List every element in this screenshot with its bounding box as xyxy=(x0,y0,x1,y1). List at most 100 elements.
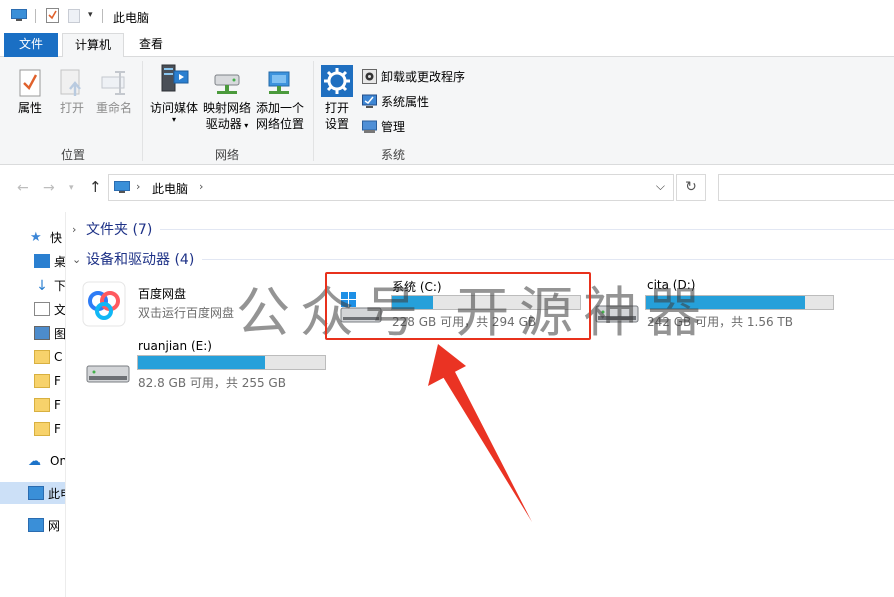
section-header-devices[interactable]: ⌄ 设备和驱动器 (4) xyxy=(72,249,894,269)
breadcrumb-chevron-icon[interactable]: › xyxy=(199,180,203,193)
settings-gear-icon xyxy=(321,65,353,97)
folder-icon xyxy=(34,398,50,412)
nav-item-documents[interactable]: 文 xyxy=(0,298,66,320)
new-folder-quick-icon[interactable] xyxy=(68,9,80,23)
tab-file[interactable]: 文件 xyxy=(4,33,58,57)
network-drive-icon xyxy=(214,74,240,94)
customize-toolbar-dropdown-icon[interactable]: ▾ xyxy=(88,10,93,20)
system-properties-button[interactable]: 系统属性 xyxy=(362,93,429,110)
section-header-folders[interactable]: › 文件夹 (7) xyxy=(72,219,894,239)
nav-item-desktop[interactable]: 桌 xyxy=(0,250,65,272)
address-bar[interactable]: › 此电脑 › ⌵ xyxy=(108,174,674,201)
system-properties-icon xyxy=(362,94,377,108)
open-label: 打开 xyxy=(59,101,84,115)
properties-label: 属性 xyxy=(17,101,42,115)
folder-icon xyxy=(34,350,50,364)
chevron-down-icon: ⌄ xyxy=(72,252,82,266)
open-button[interactable]: 打开 xyxy=(56,69,88,116)
title-bar: ▾ 此电脑 xyxy=(0,0,894,32)
section-divider xyxy=(202,258,894,260)
breadcrumb-this-pc[interactable]: 此电脑 xyxy=(152,180,188,197)
properties-icon xyxy=(19,69,41,97)
open-icon xyxy=(60,69,81,96)
ribbon: 属性 打开 重命名 位置 访问媒体 ▾ 映射网络 驱动器 ▾ 添加一个 网络位置… xyxy=(0,57,894,165)
manage-button[interactable]: 管理 xyxy=(362,118,405,135)
highlight-box xyxy=(325,272,591,340)
add-network-location-button[interactable]: 添加一个 网络位置 xyxy=(253,69,307,132)
refresh-icon: ↻ xyxy=(685,179,697,195)
desktop-icon xyxy=(34,254,50,268)
properties-button[interactable]: 属性 xyxy=(12,69,48,116)
nav-item-label: C xyxy=(54,350,63,364)
picture-icon xyxy=(34,326,50,340)
nav-item-quick-access[interactable]: ★ 快 xyxy=(0,226,65,248)
title-separator xyxy=(102,9,103,23)
nav-item-label: F xyxy=(54,374,61,388)
rename-label: 重命名 xyxy=(95,101,132,115)
quick-access-separator xyxy=(35,9,36,23)
nav-item-pictures[interactable]: 图 xyxy=(0,322,65,344)
properties-quick-icon[interactable] xyxy=(46,8,59,23)
breadcrumb-chevron-icon[interactable]: › xyxy=(136,180,140,193)
access-media-label: 访问媒体 xyxy=(149,101,198,115)
nav-item-downloads[interactable]: ↓ 下 xyxy=(0,274,66,296)
window-title: 此电脑 xyxy=(113,11,150,25)
uninstall-icon xyxy=(362,69,377,84)
section-divider xyxy=(160,228,894,230)
manage-label: 管理 xyxy=(381,120,406,134)
nav-item-label: 文 xyxy=(54,302,66,317)
tab-computer[interactable]: 计算机 xyxy=(62,33,124,58)
section-title-folders: 文件夹 (7) xyxy=(86,222,153,238)
this-pc-icon xyxy=(11,9,27,21)
address-history-dropdown-icon[interactable]: ⌵ xyxy=(656,179,665,194)
search-input[interactable] xyxy=(718,174,894,201)
navigation-pane: ★快 桌 ↓下 文 图 C F F F ☁On 此电 网 xyxy=(0,212,66,597)
chevron-right-icon: › xyxy=(72,222,77,236)
open-settings-label-2: 设置 xyxy=(324,117,349,131)
ribbon-tabs: 文件 计算机 查看 xyxy=(0,33,894,58)
device-subtitle: 双击运行百度网盘 xyxy=(138,306,235,320)
drive-usage-fill xyxy=(138,356,266,369)
back-arrow-icon[interactable]: ← xyxy=(17,180,29,196)
rename-button[interactable]: 重命名 xyxy=(94,69,134,116)
nav-item-network[interactable]: 网 xyxy=(0,514,65,536)
device-name: 百度网盘 xyxy=(138,287,187,301)
drive-usage-bar xyxy=(137,355,326,370)
map-drive-dropdown-icon: ▾ xyxy=(241,121,249,130)
nav-item-label: 下 xyxy=(54,278,66,293)
device-name: ruanjian (E:) xyxy=(138,339,212,353)
nav-item-folder[interactable]: C xyxy=(0,346,65,368)
access-media-button[interactable]: 访问媒体 ▾ xyxy=(147,63,201,124)
group-label-location: 位置 xyxy=(61,148,86,162)
nav-item-folder[interactable]: F xyxy=(0,370,65,392)
group-label-system: 系统 xyxy=(381,148,406,162)
group-label-network: 网络 xyxy=(215,148,240,162)
nav-item-label: On xyxy=(50,454,66,468)
document-icon xyxy=(34,302,50,316)
hard-drive-icon xyxy=(86,365,130,383)
section-title-devices: 设备和驱动器 (4) xyxy=(86,252,195,268)
nav-item-onedrive[interactable]: ☁ On xyxy=(0,450,66,472)
download-arrow-icon: ↓ xyxy=(36,278,48,294)
nav-item-this-pc[interactable]: 此电 xyxy=(0,482,65,504)
uninstall-program-button[interactable]: 卸载或更改程序 xyxy=(362,68,465,85)
recent-locations-dropdown-icon[interactable]: ▾ xyxy=(69,183,74,193)
device-subtitle: 82.8 GB 可用，共 255 GB xyxy=(138,376,286,390)
nav-item-folder[interactable]: F xyxy=(0,418,65,440)
forward-arrow-icon[interactable]: → xyxy=(43,180,55,196)
nav-item-label: F xyxy=(54,422,61,436)
open-settings-button[interactable]: 打开 设置 xyxy=(320,65,354,132)
nav-item-label: F xyxy=(54,398,61,412)
media-server-icon xyxy=(161,64,189,92)
tab-view[interactable]: 查看 xyxy=(132,33,170,57)
cloud-icon: ☁ xyxy=(28,454,41,469)
rename-icon xyxy=(101,71,125,95)
ribbon-separator xyxy=(142,61,143,161)
nav-item-folder[interactable]: F xyxy=(0,394,65,416)
access-media-dropdown-icon: ▾ xyxy=(171,115,176,124)
add-location-label-1: 添加一个 xyxy=(255,101,304,115)
refresh-button[interactable]: ↻ xyxy=(676,174,706,201)
up-arrow-icon[interactable]: ↑ xyxy=(89,178,102,196)
network-icon xyxy=(28,518,44,532)
map-network-drive-button[interactable]: 映射网络 驱动器 ▾ xyxy=(201,69,253,134)
